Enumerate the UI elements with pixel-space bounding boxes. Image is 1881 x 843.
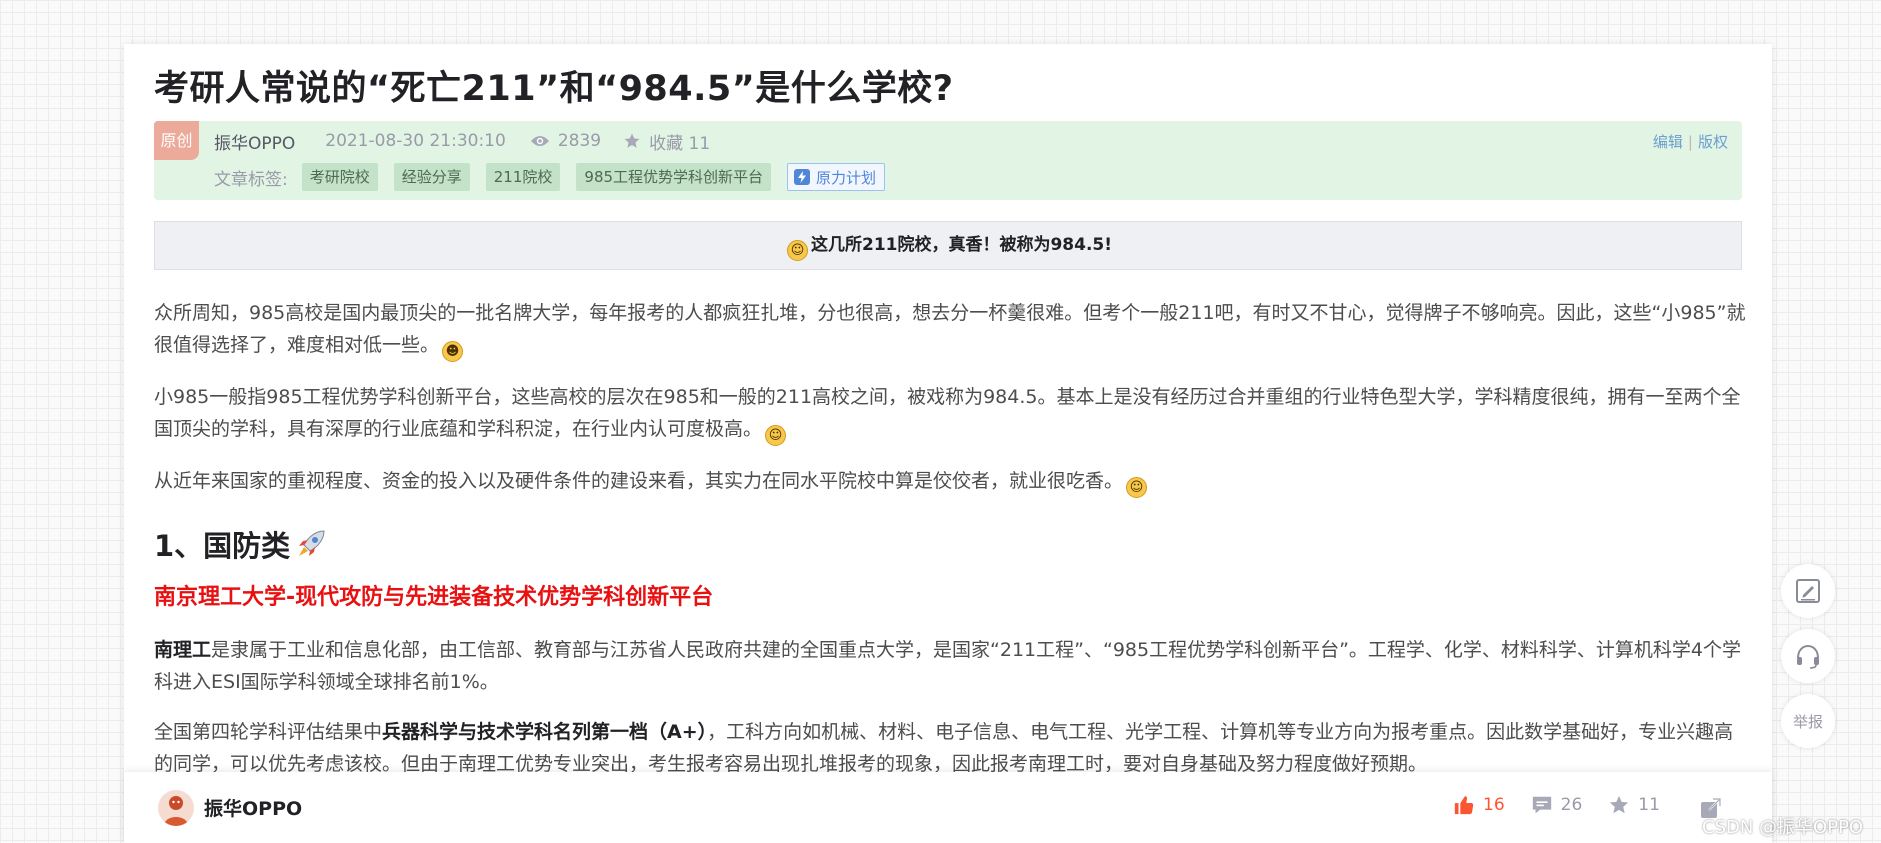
favorite-button[interactable]: 11 xyxy=(1608,794,1660,816)
tag-item[interactable]: 211院校 xyxy=(485,163,561,191)
rocket-icon xyxy=(294,527,328,561)
paragraph: 南理工是隶属于工业和信息化部，由工信部、教育部与江苏省人民政府共建的全国重点大学… xyxy=(154,634,1748,698)
paragraph-text: 众所周知，985高校是国内最顶尖的一批名牌大学，每年报考的人都疯狂扎堆，分也很高… xyxy=(154,302,1746,356)
view-count: 2839 xyxy=(530,131,601,151)
bottom-author-name[interactable]: 振华OPPO xyxy=(204,794,302,821)
bottom-toolbar: 振华OPPO 16 26 11 xyxy=(124,772,1772,843)
view-count-value: 2839 xyxy=(557,131,602,151)
school-heading: 南京理工大学-现代攻防与先进装备技术优势学科创新平台 xyxy=(154,585,714,610)
paragraph: 众所周知，985高校是国内最顶尖的一批名牌大学，每年报考的人都疯狂扎堆，分也很高… xyxy=(154,297,1748,362)
meta-info-row: 振华OPPO 2021-08-30 21:30:10 2839 收藏 11 xyxy=(214,128,732,154)
publish-date: 2021-08-30 21:30:10 xyxy=(325,131,506,151)
paragraph-bold-text: 南理工 xyxy=(154,639,212,661)
star-icon xyxy=(1610,795,1629,814)
tag-item[interactable]: 985工程优势学科创新平台 xyxy=(576,163,772,191)
smiley-emoji-icon: ☺ xyxy=(786,240,808,261)
favorite-count-bottom: 11 xyxy=(1638,795,1660,815)
star-icon xyxy=(623,132,641,150)
grin-emoji-icon: ☻ xyxy=(442,341,464,362)
tag-yuanli-plan[interactable]: 原力计划 xyxy=(787,163,886,191)
tag-item[interactable]: 经验分享 xyxy=(393,163,470,191)
tag-item[interactable]: 考研院校 xyxy=(301,163,378,191)
side-service-button[interactable] xyxy=(1781,629,1835,683)
article-meta: 原创 振华OPPO 2021-08-30 21:30:10 2839 收藏 11… xyxy=(154,121,1742,200)
section-heading-text: 1、国防类 xyxy=(154,529,291,563)
author-avatar[interactable] xyxy=(158,790,194,826)
original-badge: 原创 xyxy=(154,121,199,160)
paragraph: 全国第四轮学科评估结果中兵器科学与技术学科名列第一档（A+），工科方向如机械、材… xyxy=(154,716,1748,780)
paragraph-text: 是隶属于工业和信息化部，由工信部、教育部与江苏省人民政府共建的全国重点大学，是国… xyxy=(154,639,1742,693)
paragraph-bold-text: 兵器科学与技术学科名列第一档（A+） xyxy=(382,721,708,743)
article-container: 考研人常说的“死亡211”和“984.5”是什么学校? 原创 振华OPPO 20… xyxy=(124,44,1772,843)
article-title: 考研人常说的“死亡211”和“984.5”是什么学校? xyxy=(154,69,954,109)
section-heading: 1、国防类 xyxy=(154,523,328,565)
meta-actions: 编辑 | 版权 xyxy=(1653,131,1728,152)
paragraph: 从近年来国家的重视程度、资金的投入以及硬件条件的建设来看，其实力在同水平院校中算… xyxy=(154,465,1748,498)
paragraph-text: 小985一般指985工程优势学科创新平台，这些高校的层次在985和一般的211高… xyxy=(154,386,1741,440)
comment-count: 26 xyxy=(1560,795,1583,815)
tags-label: 文章标签: xyxy=(214,169,288,190)
meta-divider: | xyxy=(1687,133,1693,151)
summary-text: 这几所211院校，真香！被称为984.5! xyxy=(810,235,1112,255)
comment-icon xyxy=(1532,796,1551,814)
lightning-icon xyxy=(794,169,811,185)
sunglasses-emoji-icon: ☺ xyxy=(765,425,787,446)
paragraph: 小985一般指985工程优势学科创新平台，这些高校的层次在985和一般的211高… xyxy=(154,381,1748,446)
edit-icon xyxy=(1796,579,1820,603)
author-link[interactable]: 振华OPPO xyxy=(214,129,295,154)
favorite-count[interactable]: 收藏 11 xyxy=(623,129,710,154)
like-count: 16 xyxy=(1483,795,1505,815)
edit-link[interactable]: 编辑 xyxy=(1653,133,1683,151)
thumb-up-icon xyxy=(1454,796,1474,815)
like-button[interactable]: 16 xyxy=(1453,794,1505,816)
headset-icon xyxy=(1797,644,1819,669)
stats-group: 16 26 11 xyxy=(1453,794,1686,816)
eye-icon xyxy=(530,134,550,148)
side-edit-button[interactable] xyxy=(1781,564,1835,618)
copyright-link[interactable]: 版权 xyxy=(1698,133,1728,151)
favorite-count-value: 收藏 11 xyxy=(649,133,711,154)
csdn-watermark: CSDN @振华OPPO xyxy=(1702,817,1864,838)
side-report-button[interactable]: 举报 xyxy=(1781,694,1835,748)
tag-yuanli-label: 原力计划 xyxy=(816,168,877,187)
wink-emoji-icon: ☺ xyxy=(1126,477,1148,498)
paragraph-text: 从近年来国家的重视程度、资金的投入以及硬件条件的建设来看，其实力在同水平院校中算… xyxy=(154,470,1124,492)
tags-row: 文章标签: 考研院校 经验分享 211院校 985工程优势学科创新平台 原力计划 xyxy=(214,163,886,191)
article-summary: ☺ 这几所211院校，真香！被称为984.5! xyxy=(154,221,1742,270)
paragraph-text: 全国第四轮学科评估结果中 xyxy=(154,721,383,743)
comment-button[interactable]: 26 xyxy=(1531,794,1583,816)
